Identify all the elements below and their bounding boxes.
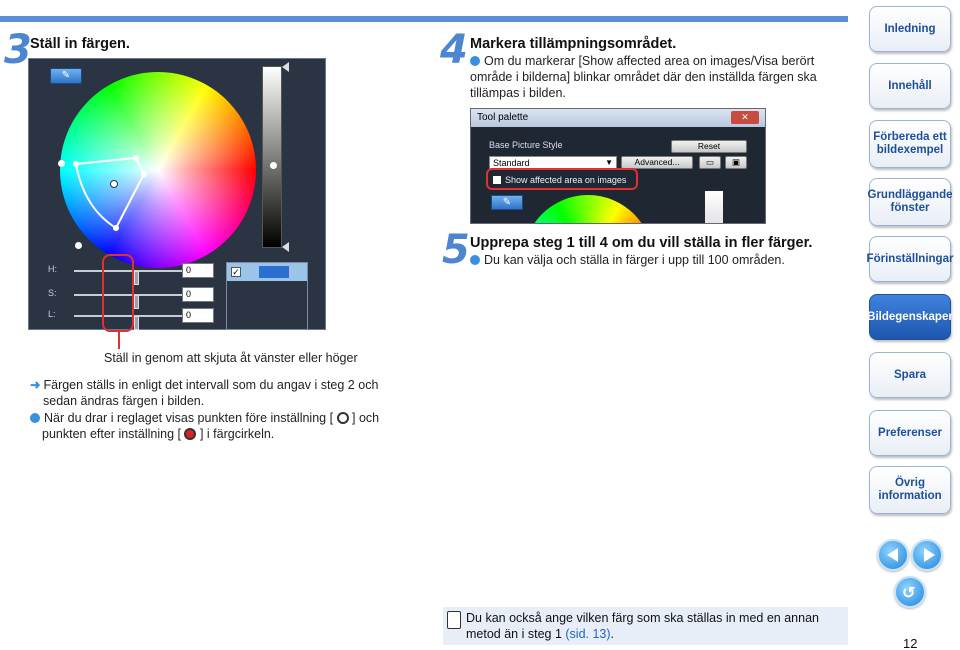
callout-line — [118, 331, 120, 349]
close-button[interactable]: ✕ — [731, 111, 759, 124]
drag-note: När du drar i reglaget visas punkten för… — [30, 410, 420, 442]
color-area-list: ✓ — [226, 262, 308, 330]
picture-style-value: Standard — [493, 158, 530, 168]
step-4-number: 4 — [440, 27, 468, 73]
nav-bildegenskaper[interactable]: Bildegenskaper — [867, 294, 953, 340]
nav-forinstallningar[interactable]: Förinställningar — [867, 236, 953, 282]
luminance-bar-preview — [705, 191, 723, 223]
top-rule — [0, 16, 848, 22]
slider-hue-thumb[interactable] — [134, 271, 140, 285]
slider-saturation-label: S: — [48, 288, 57, 298]
step-5-title: Upprepa steg 1 till 4 om du vill ställa … — [470, 235, 813, 251]
luminance-bar[interactable] — [262, 66, 282, 248]
nav-grundlaggande[interactable]: Grundläggande fönster — [868, 178, 953, 226]
slider-luminance-label: L: — [48, 309, 56, 319]
luminance-point — [270, 162, 277, 169]
return-icon: ↺ — [902, 585, 916, 602]
wheel-point-left — [58, 160, 65, 167]
eyedropper-icon: ✎ — [502, 197, 512, 208]
page-number: 12 — [903, 636, 918, 650]
note-icon — [447, 611, 461, 629]
return-button[interactable]: ↺ — [894, 576, 926, 608]
step-5-bullet-text: Du kan välja och ställa in färger i upp … — [484, 253, 785, 267]
step-4-bullet: Om du markerar [Show affected area on im… — [470, 53, 850, 101]
tool-palette-window: Tool palette ✕ Base Picture Style Reset … — [470, 108, 766, 224]
eyedropper-button[interactable]: ✎ — [491, 195, 523, 210]
tip-link[interactable]: (sid. 13) — [565, 627, 610, 641]
eyedropper-button[interactable]: ✎ — [50, 68, 82, 84]
result-note-line2: sedan ändras färgen i bilden. — [43, 394, 205, 408]
nav-innehall[interactable]: Innehåll — [869, 63, 951, 109]
slider-caption: Ställ in genom att skjuta åt vänster ell… — [104, 351, 358, 365]
after-point-icon — [184, 428, 197, 440]
result-note-line1: Färgen ställs in enligt det intervall so… — [43, 378, 379, 392]
tip-text: Du kan också ange vilken färg som ska st… — [466, 610, 844, 642]
arrow-right-icon: ➜ — [30, 378, 41, 392]
color-swatch — [259, 266, 289, 278]
nav-inledning[interactable]: Inledning — [869, 6, 951, 52]
drag-note-a: När du drar i reglaget visas punkten för… — [44, 411, 334, 425]
step-5-bullet: Du kan välja och ställa in färger i upp … — [470, 252, 850, 268]
wheel-point-lower — [75, 242, 82, 249]
result-note: ➜ Färgen ställs in enligt det intervall s… — [30, 377, 420, 409]
drag-note-b: ] och — [352, 411, 380, 425]
tip-body: Du kan också ange vilken färg som ska st… — [466, 611, 819, 641]
drag-note-d: ] i färgcirkeln. — [199, 427, 275, 441]
tool-palette-title: Tool palette — [471, 109, 765, 127]
arrow-right-icon — [924, 548, 935, 562]
nav-spara[interactable]: Spara — [869, 352, 951, 398]
color-area-row[interactable]: ✓ — [227, 263, 307, 281]
step-4-title: Markera tillämpningsområdet. — [470, 36, 677, 52]
color-wheel-preview — [523, 195, 653, 223]
nav-preferenser[interactable]: Preferenser — [869, 410, 951, 456]
drag-note-c: punkten efter inställning [ — [42, 427, 181, 441]
step-3-title: Ställ in färgen. — [30, 36, 130, 52]
load-file-icon[interactable]: ▭ — [699, 156, 721, 169]
before-point-icon — [336, 412, 349, 424]
luminance-bottom-marker[interactable] — [282, 242, 289, 252]
bullet-icon — [470, 255, 480, 265]
eyedropper-icon: ✎ — [61, 70, 71, 81]
nav-ovrig[interactable]: Övrig information — [869, 466, 951, 514]
step-4-bullet-text: Om du markerar [Show affected area on im… — [470, 54, 817, 100]
arrow-left-icon — [887, 548, 898, 562]
checkbox-highlight — [486, 168, 638, 190]
prev-page-button[interactable] — [877, 539, 909, 571]
bullet-icon — [30, 413, 40, 423]
tip-end: . — [610, 627, 615, 641]
checkbox-icon[interactable]: ✓ — [231, 267, 241, 277]
color-range-overlay — [73, 155, 147, 231]
save-file-icon[interactable]: ▣ — [725, 156, 747, 169]
slider-hue-label: H: — [48, 264, 57, 274]
next-page-button[interactable] — [911, 539, 943, 571]
slider-luminance-value[interactable]: 0 — [182, 308, 214, 323]
slider-highlight — [102, 254, 134, 332]
slider-luminance-thumb[interactable] — [134, 316, 140, 330]
nav-forbereda[interactable]: Förbereda ett bildexempel — [869, 120, 951, 168]
slider-saturation-value[interactable]: 0 — [182, 287, 214, 302]
luminance-top-marker[interactable] — [282, 62, 289, 72]
base-style-label: Base Picture Style — [489, 140, 563, 150]
step-5-number: 5 — [442, 227, 470, 273]
tip-box: Du kan också ange vilken färg som ska st… — [443, 607, 848, 645]
bullet-icon — [470, 56, 480, 66]
reset-button[interactable]: Reset — [671, 140, 747, 153]
slider-hue-value[interactable]: 0 — [182, 263, 214, 278]
